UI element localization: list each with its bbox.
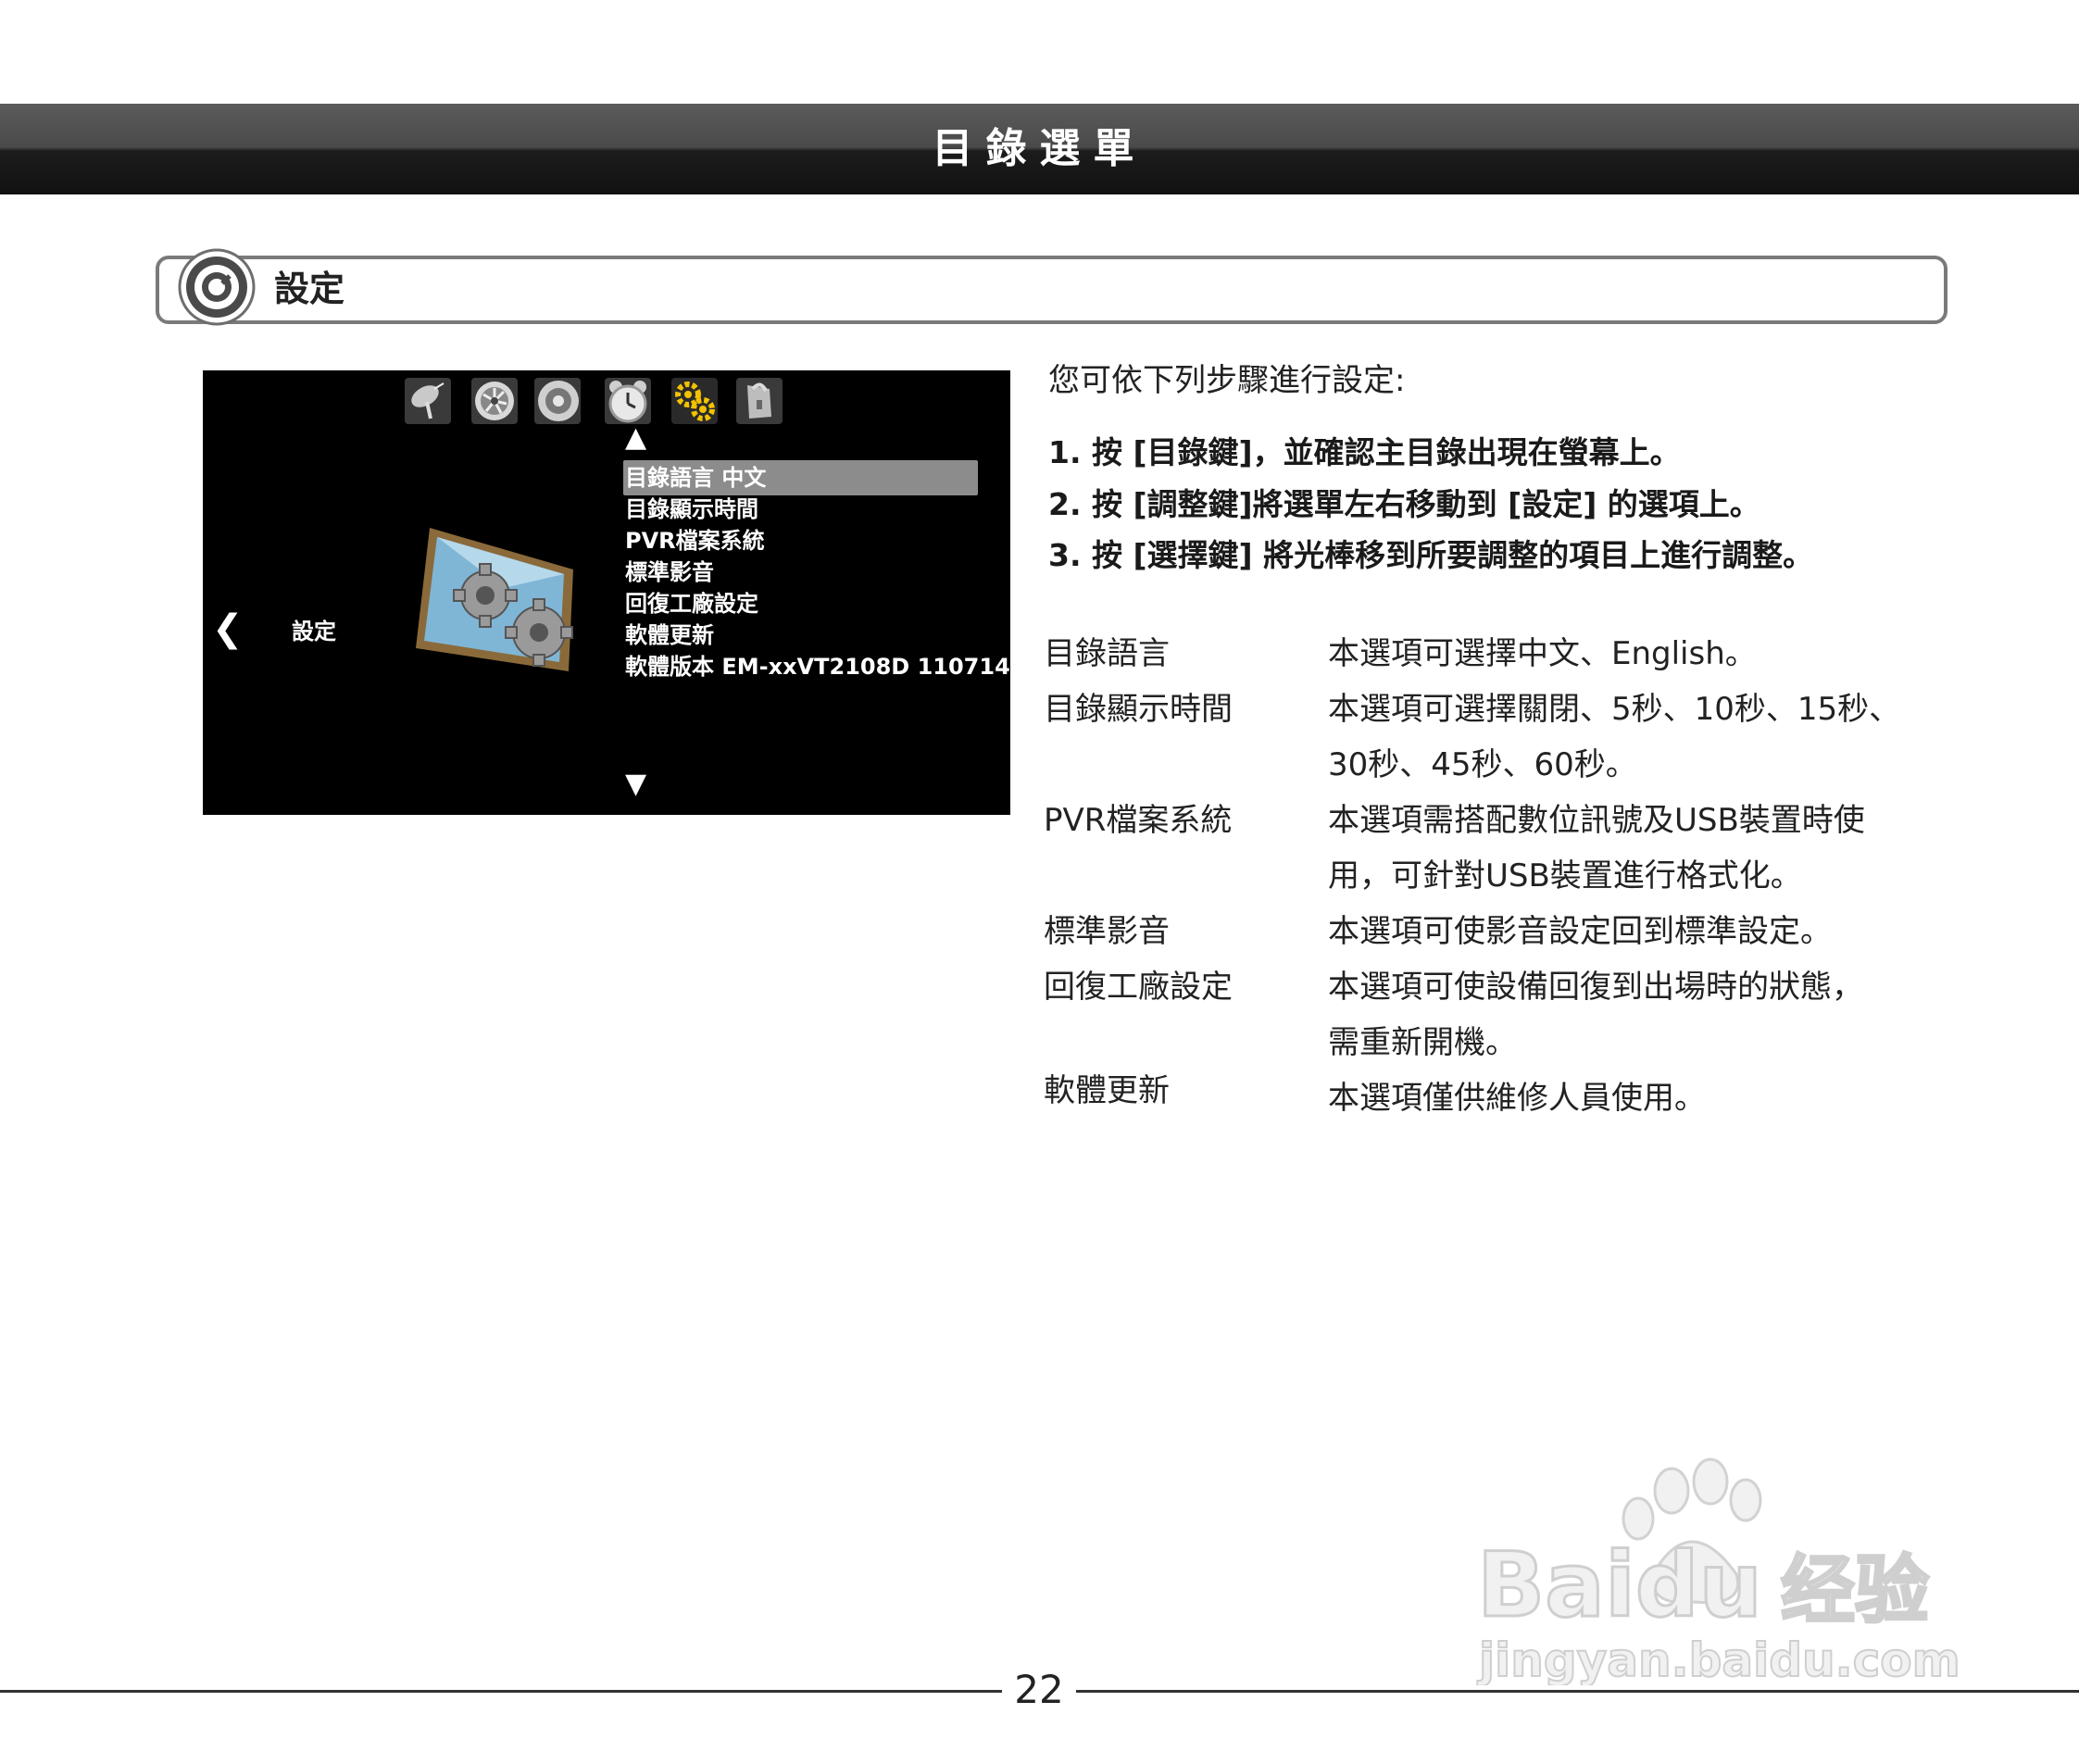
scroll-down-arrow: ▼ (625, 768, 647, 800)
option-desc-pvr: 本選項需搭配數位訊號及USB裝置時使 (1328, 802, 1865, 839)
option-label-software-update: 軟體更新 (1044, 1072, 1170, 1109)
baidu-watermark-logo: Baidu 经验 jingyan.baidu.com (1476, 1457, 1959, 1685)
section-bar (156, 256, 1947, 324)
menu-item-pvr-filesystem[interactable]: PVR檔案系統 (625, 525, 765, 557)
back-arrow-icon[interactable]: ❮ (212, 607, 244, 650)
header-band: 目錄選單 (0, 104, 2079, 194)
scroll-up-arrow: ▲ (625, 421, 647, 454)
speaker-icon (534, 378, 581, 424)
page-title: 目錄選單 (932, 125, 1147, 172)
option-desc-factory-reset: 本選項可使設備回復到出場時的狀態， (1328, 969, 1863, 1006)
menu-item-standard-av[interactable]: 標準影音 (625, 557, 714, 588)
option-desc-display-time: 本選項可選擇關閉、5秒、10秒、15秒、 (1328, 691, 1901, 728)
option-label-pvr: PVR檔案系統 (1044, 802, 1233, 839)
option-desc-factory-reset-cont: 需重新開機。 (1328, 1024, 1517, 1061)
instructions-intro: 您可依下列步驟進行設定: (1048, 362, 1406, 399)
gears-icon (671, 378, 718, 424)
menu-item-software-update[interactable]: 軟體更新 (625, 619, 714, 651)
step-2: 2. 按 [調整鍵]將選單左右移動到 [設定] 的選項上。 (1048, 486, 1760, 522)
option-desc-standard-av: 本選項可使影音設定回到標準設定。 (1328, 913, 1832, 950)
option-desc-display-time-cont: 30秒、45秒、60秒。 (1328, 746, 1637, 783)
lock-icon (736, 378, 783, 424)
option-desc-software-update: 本選項僅供維修人員使用。 (1328, 1080, 1706, 1117)
step-1: 1. 按 [目錄鍵]，並確認主目錄出現在螢幕上。 (1048, 434, 1681, 470)
option-label-factory-reset: 回復工廠設定 (1044, 969, 1233, 1006)
settings-gear-illustration (416, 528, 573, 671)
watermark-url: jingyan.baidu.com (1477, 1633, 1959, 1685)
step-3: 3. 按 [選擇鍵] 將光棒移到所要調整的項目上進行調整。 (1048, 537, 1814, 573)
watermark-brand-cn: 经验 (1781, 1547, 1929, 1633)
target-icon (178, 248, 256, 326)
fan-icon (471, 378, 518, 424)
menu-item-factory-reset[interactable]: 回復工廠設定 (625, 588, 758, 619)
watermark-brand: Baidu (1477, 1533, 1762, 1637)
option-desc-pvr-cont: 用，可針對USB裝置進行格式化。 (1328, 857, 1802, 895)
option-desc-language: 本選項可選擇中文、English。 (1328, 635, 1757, 672)
footer-rule-left (0, 1690, 1002, 1693)
option-label-language: 目錄語言 (1044, 635, 1170, 672)
page-number: 22 (1014, 1667, 1064, 1712)
option-label-standard-av: 標準影音 (1044, 913, 1170, 950)
menu-item-software-version: 軟體版本 EM-xxVT2108D 110714 (625, 654, 1010, 680)
option-label-display-time: 目錄顯示時間 (1044, 691, 1233, 728)
menu-category-label: 設定 (292, 619, 336, 644)
alarm-clock-icon (605, 378, 651, 424)
satellite-icon (405, 378, 451, 424)
footer-rule-right (1076, 1690, 2079, 1693)
tv-menu-screenshot: ▲ 目錄語言 中文 目錄顯示時間 PVR檔案系統 標準影音 回復工廠設定 軟體更… (203, 370, 1010, 815)
menu-item-language[interactable]: 目錄語言 中文 (625, 462, 766, 494)
section-title: 設定 (274, 269, 345, 309)
menu-item-display-time[interactable]: 目錄顯示時間 (625, 494, 758, 525)
